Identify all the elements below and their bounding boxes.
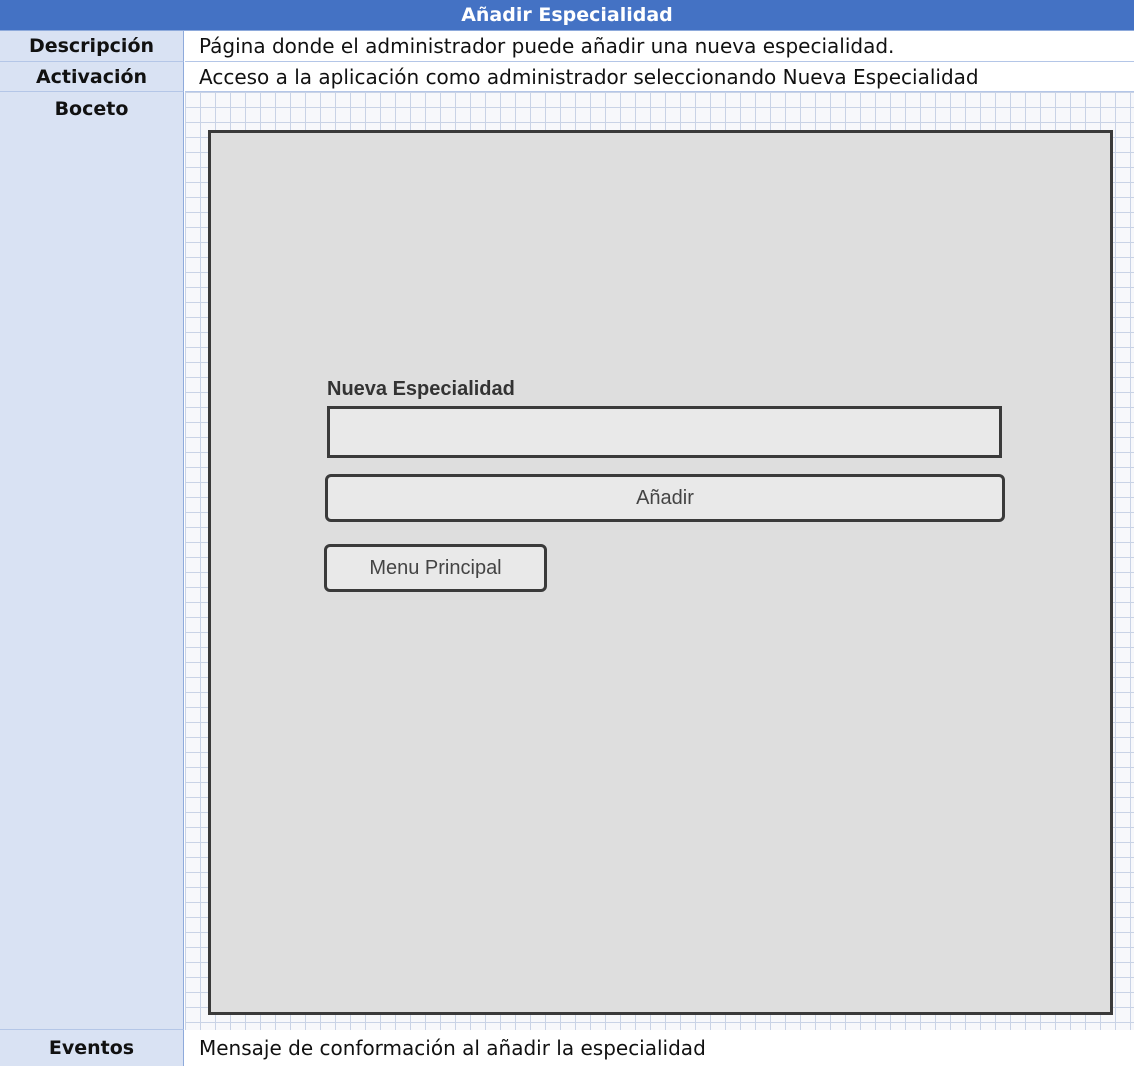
value-descripcion: Página donde el administrador puede añad… <box>185 31 1134 62</box>
mockup-window: Nueva Especialidad Añadir Menu Principal <box>208 130 1113 1015</box>
nueva-especialidad-input[interactable] <box>327 406 1002 458</box>
label-descripcion: Descripción <box>0 31 184 62</box>
nueva-especialidad-label: Nueva Especialidad <box>327 378 515 400</box>
label-activacion: Activación <box>0 62 184 92</box>
add-button[interactable]: Añadir <box>325 474 1005 522</box>
boceto-mockup-area: Nueva Especialidad Añadir Menu Principal <box>185 92 1134 1030</box>
value-eventos: Mensaje de conformación al añadir la esp… <box>185 1030 1134 1066</box>
label-eventos: Eventos <box>0 1030 184 1066</box>
table-title: Añadir Especialidad <box>0 0 1134 31</box>
label-boceto: Boceto <box>0 92 184 1030</box>
value-activacion: Acceso a la aplicación como administrado… <box>185 62 1134 92</box>
menu-principal-button[interactable]: Menu Principal <box>324 544 547 592</box>
